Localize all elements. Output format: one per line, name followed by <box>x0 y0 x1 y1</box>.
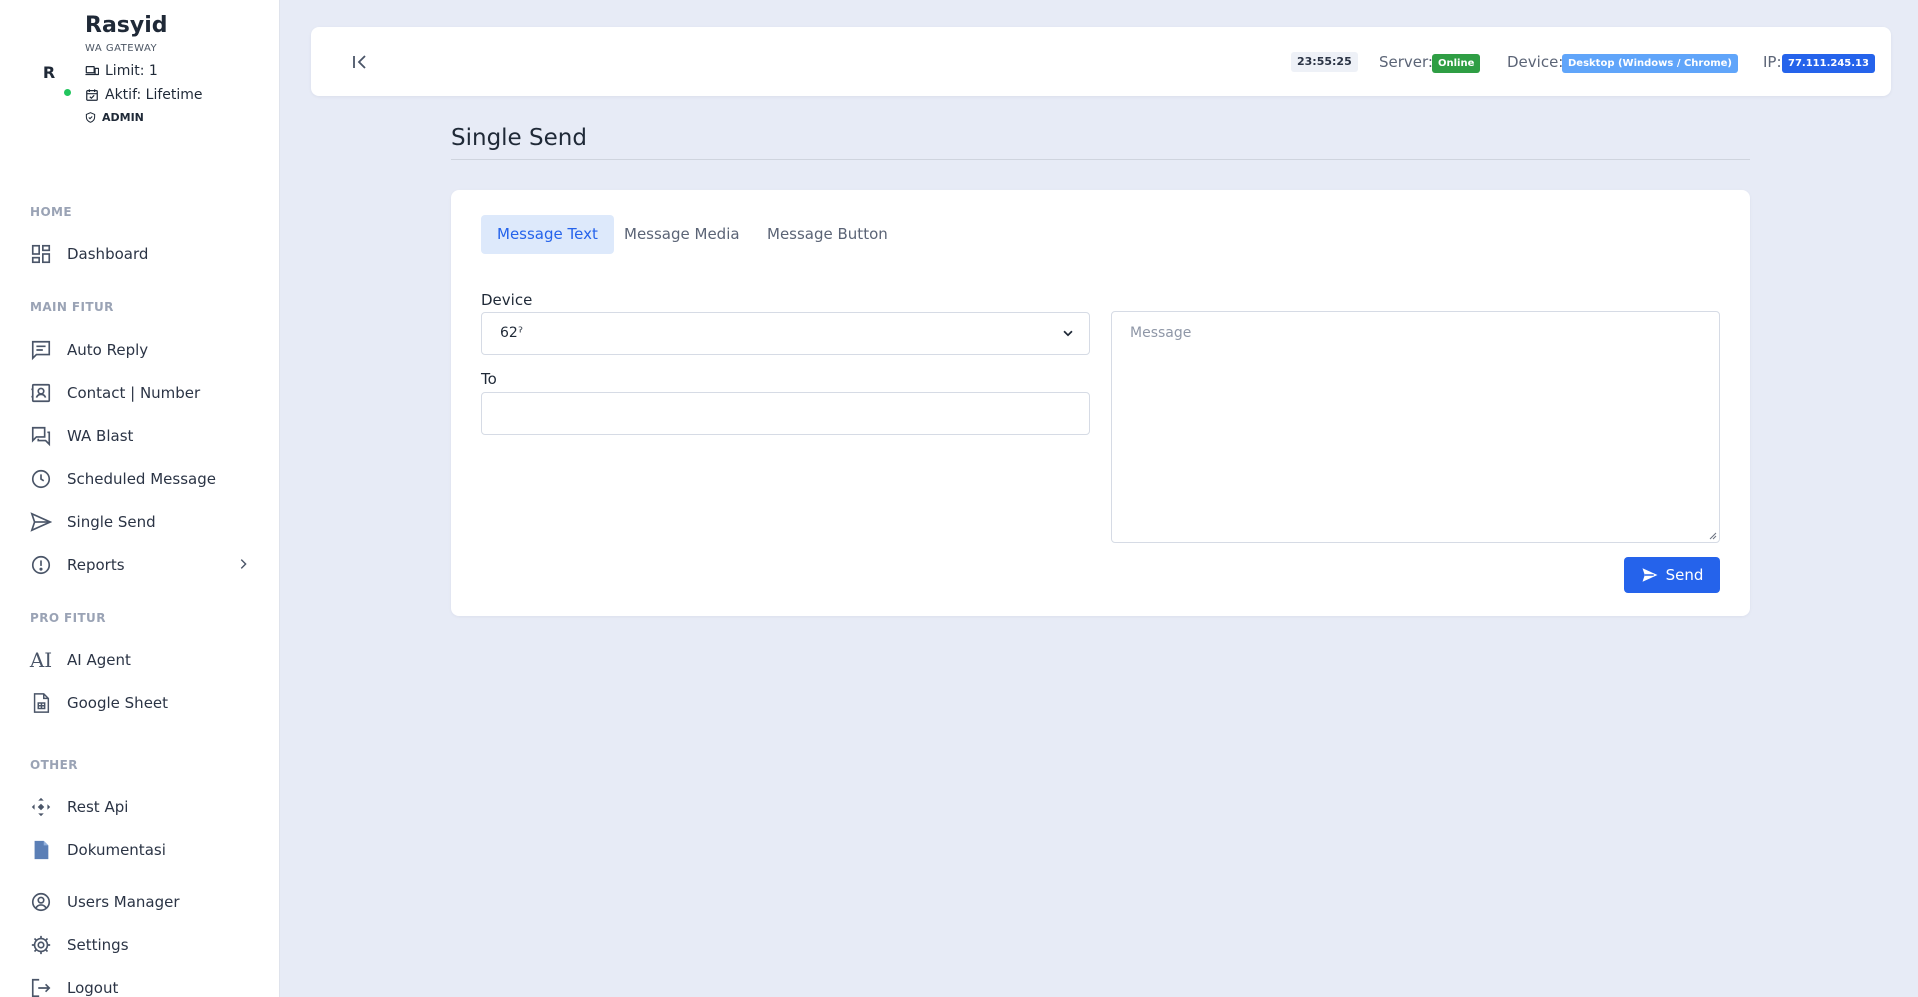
sidebar-item-label: Dokumentasi <box>67 841 166 859</box>
sidebar-item-logout[interactable]: Logout <box>30 974 250 997</box>
to-input[interactable] <box>481 392 1090 435</box>
document-icon <box>34 840 49 860</box>
sidebar-item-label: Scheduled Message <box>67 470 216 488</box>
profile-limit-text: Limit: 1 <box>105 63 158 79</box>
sidebar-item-dokumentasi[interactable]: Dokumentasi <box>30 836 250 864</box>
sidebar-item-label: Contact | Number <box>67 384 201 402</box>
profile-active-text: Aktif: Lifetime <box>105 87 203 103</box>
device-select-value: 62ˀ <box>500 325 523 341</box>
device-field-label: Device <box>481 291 533 309</box>
ip-badge: 77.111.245.13 <box>1782 54 1875 73</box>
profile-role: ADMIN <box>85 111 144 124</box>
single-send-card: Message Text Message Media Message Butto… <box>451 190 1750 616</box>
collapse-sidebar-icon[interactable] <box>349 51 371 73</box>
avatar[interactable]: R <box>36 60 62 86</box>
section-main: MAIN FITUR <box>30 300 114 314</box>
clock: 23:55:25 <box>1291 52 1358 72</box>
devices-icon <box>85 66 99 76</box>
sidebar-item-auto-reply[interactable]: Auto Reply <box>30 336 250 364</box>
send-button[interactable]: Send <box>1624 557 1720 593</box>
topbar: 23:55:25 Server: Online Device: Desktop … <box>311 27 1891 96</box>
sidebar-item-label: Reports <box>67 556 125 574</box>
ai-icon: AI <box>29 648 53 672</box>
spreadsheet-file-icon <box>33 693 50 713</box>
message-placeholder: Message <box>1130 325 1192 341</box>
page-title: Single Send <box>451 125 587 151</box>
dashboard-icon <box>31 244 51 264</box>
profile-block: R Rasyid WA GATEWAY Limit: 1 Aktif: Life… <box>0 0 280 140</box>
profile-active: Aktif: Lifetime <box>85 87 203 103</box>
calendar-check-icon <box>86 89 98 101</box>
send-icon <box>30 512 52 532</box>
alert-circle-icon <box>31 555 51 575</box>
sidebar-item-reports[interactable]: Reports <box>30 551 250 579</box>
tab-message-text[interactable]: Message Text <box>481 215 614 254</box>
online-status-dot <box>64 89 71 96</box>
profile-name: Rasyid <box>85 13 168 38</box>
sidebar-item-users-manager[interactable]: Users Manager <box>30 888 250 916</box>
section-pro: PRO FITUR <box>30 611 106 625</box>
sidebar-item-label: Users Manager <box>67 893 180 911</box>
sidebar-item-rest-api[interactable]: Rest Api <box>30 793 250 821</box>
server-label: Server: <box>1379 53 1433 71</box>
sidebar-item-settings[interactable]: Settings <box>30 931 250 959</box>
clock-icon <box>31 469 51 489</box>
api-arrows-icon <box>31 797 51 817</box>
message-textarea[interactable]: Message <box>1111 311 1720 543</box>
sidebar-item-contact[interactable]: Contact | Number <box>30 379 250 407</box>
sidebar: R Rasyid WA GATEWAY Limit: 1 Aktif: Life… <box>0 0 280 997</box>
resize-grip-icon[interactable] <box>1708 531 1717 540</box>
device-badge: Desktop (Windows / Chrome) <box>1562 54 1738 73</box>
tab-message-button[interactable]: Message Button <box>751 215 904 254</box>
sidebar-item-label: Dashboard <box>67 245 149 263</box>
gear-icon <box>31 935 51 955</box>
profile-role-text: ADMIN <box>102 111 144 124</box>
profile-limit: Limit: 1 <box>85 63 158 79</box>
logout-icon <box>31 978 51 997</box>
sidebar-item-label: Settings <box>67 936 129 954</box>
profile-subtitle: WA GATEWAY <box>85 43 158 54</box>
chevron-right-icon[interactable] <box>236 557 250 571</box>
page-title-divider <box>451 159 1750 160</box>
sidebar-item-google-sheet[interactable]: Google Sheet <box>30 689 250 717</box>
send-icon <box>1642 568 1658 582</box>
chat-lines-icon <box>31 340 51 361</box>
sidebar-item-label: AI Agent <box>67 651 131 669</box>
sidebar-item-single-send[interactable]: Single Send <box>30 508 250 536</box>
chevron-down-icon <box>1063 330 1073 337</box>
tab-message-media[interactable]: Message Media <box>608 215 756 254</box>
section-home: HOME <box>30 205 72 219</box>
sidebar-item-label: Auto Reply <box>67 341 149 359</box>
forum-icon <box>31 426 51 447</box>
contact-card-icon <box>31 383 51 403</box>
sidebar-item-ai-agent[interactable]: AI AI Agent <box>30 646 250 674</box>
ip-label: IP: <box>1763 53 1782 71</box>
sidebar-item-label: Google Sheet <box>67 694 169 712</box>
sidebar-item-scheduled[interactable]: Scheduled Message <box>30 465 250 493</box>
sidebar-item-wa-blast[interactable]: WA Blast <box>30 422 250 450</box>
send-button-label: Send <box>1665 566 1704 584</box>
sidebar-item-label: Rest Api <box>67 798 129 816</box>
sidebar-item-dashboard[interactable]: Dashboard <box>30 240 250 268</box>
device-label: Device: <box>1507 53 1564 71</box>
sidebar-item-label: WA Blast <box>67 427 134 445</box>
sidebar-item-label: Logout <box>67 979 119 997</box>
user-circle-icon <box>31 892 51 912</box>
device-select[interactable]: 62ˀ <box>481 312 1090 355</box>
server-status-badge: Online <box>1432 54 1481 73</box>
section-other: OTHER <box>30 758 78 772</box>
shield-icon <box>85 112 96 123</box>
to-field-label: To <box>481 370 497 388</box>
sidebar-item-label: Single Send <box>67 513 156 531</box>
